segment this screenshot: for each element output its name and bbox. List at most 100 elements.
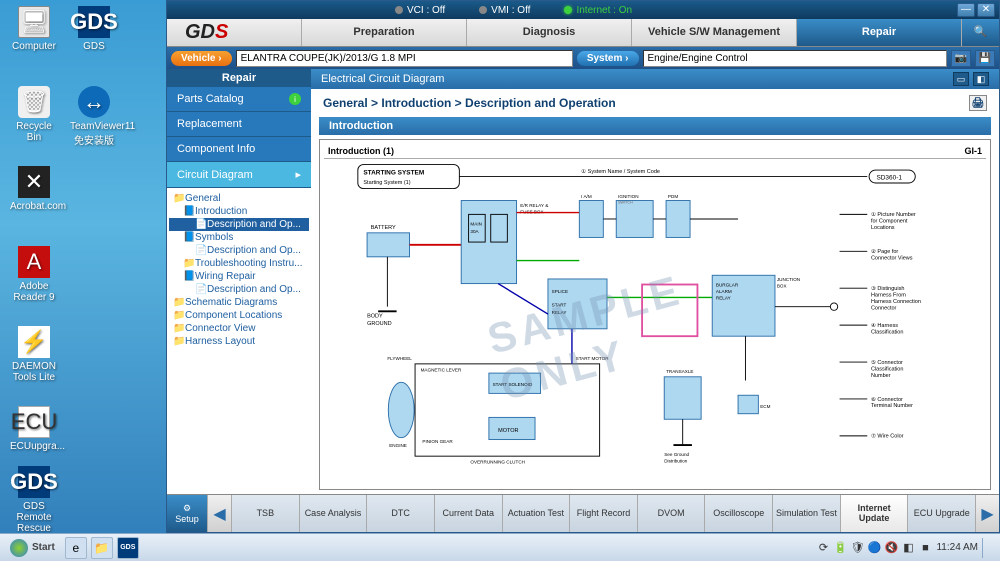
system-button[interactable]: System › [577, 51, 639, 66]
svg-text:① System Name / System Code: ① System Name / System Code [581, 168, 660, 175]
desktop-icon-acrobat-com[interactable]: ✕Acrobat.com [10, 166, 58, 212]
tray-icon[interactable]: 🔋 [833, 541, 847, 555]
tray-icon[interactable]: ◧ [901, 541, 915, 555]
print-icon[interactable]: 🖨 [969, 95, 987, 111]
sidebar-item-parts-catalog[interactable]: Parts Catalogi [167, 87, 311, 112]
circuit-diagram: SAMPLE ONLY STARTING SYSTEM Starting Sys… [324, 159, 986, 482]
sidebar-item-circuit-diagram[interactable]: Circuit Diagram▸ [167, 162, 311, 188]
close-button[interactable]: ✕ [977, 3, 995, 17]
svg-text:BATTERY: BATTERY [371, 225, 396, 231]
svg-text:Starting System (1): Starting System (1) [363, 180, 410, 186]
gds-app-window: VCI : Off VMI : Off Internet : On — ✕ GD… [166, 0, 1000, 533]
tree-node[interactable]: 📁Schematic Diagrams [169, 296, 309, 309]
desktop-icon-computer[interactable]: 🖥Computer [10, 6, 58, 52]
minimize-button[interactable]: — [957, 3, 975, 17]
bottom-tab-tsb[interactable]: TSB [231, 495, 299, 532]
camera-icon[interactable]: 📷 [951, 50, 971, 67]
tray-icon[interactable]: ⟳ [816, 541, 830, 555]
vmi-dot [479, 6, 487, 14]
taskbar-gds-app[interactable]: GDS [117, 537, 139, 559]
internet-dot [564, 6, 572, 14]
vci-dot [395, 6, 403, 14]
desktop-icon-ecuupgra-[interactable]: ECUECUupgra... [10, 406, 58, 452]
main-tab-preparation[interactable]: Preparation [301, 19, 466, 46]
vmi-status: VMI : Off [491, 5, 530, 16]
svg-text:ENGINE: ENGINE [389, 443, 407, 448]
bottom-tab-dvom[interactable]: DVOM [637, 495, 705, 532]
tree-node[interactable]: 📁General [169, 192, 309, 205]
doc-title: Introduction (1) [328, 146, 394, 156]
desktop-icon-daemon-tools-lite[interactable]: ⚡DAEMON Tools Lite [10, 326, 58, 383]
clock: 11:24 AM [936, 542, 978, 553]
internet-status: Internet : On [576, 5, 632, 16]
content-area: Electrical Circuit Diagram ▭ ◧ General >… [311, 69, 999, 494]
svg-text:① Picture Numberfor ComponentL: ① Picture Numberfor ComponentLocations [871, 211, 916, 231]
bottom-tab-actuation-test[interactable]: Actuation Test [502, 495, 570, 532]
tree-node[interactable]: 📁Troubleshooting Instru... [169, 257, 309, 270]
bottom-bar: ⚙Setup ◀ TSBCase AnalysisDTCCurrent Data… [167, 494, 999, 532]
main-tab-repair[interactable]: Repair [796, 19, 961, 46]
svg-text:GROUND: GROUND [367, 321, 392, 327]
tree-node[interactable]: 📁Connector View [169, 322, 309, 335]
main-tab-row: GDS PreparationDiagnosisVehicle S/W Mana… [167, 19, 999, 47]
bottom-tab-flight-record[interactable]: Flight Record [569, 495, 637, 532]
setup-button[interactable]: ⚙Setup [167, 495, 207, 532]
svg-text:E/R RELAY &: E/R RELAY & [520, 203, 548, 208]
tree-node[interactable]: 📁Harness Layout [169, 335, 309, 348]
desktop-icon-gds[interactable]: GDSGDS [70, 6, 118, 52]
nav-prev[interactable]: ◀ [207, 495, 231, 532]
tree-node[interactable]: 📘Introduction [169, 205, 309, 218]
tree-node[interactable]: 📘Wiring Repair [169, 270, 309, 283]
svg-text:SWITCH: SWITCH [618, 200, 633, 204]
tree-node[interactable]: 📄Description and Op... [169, 283, 309, 296]
sidebar-item-component-info[interactable]: Component Info [167, 137, 311, 162]
tree-node[interactable]: 📄Description and Op... [169, 218, 309, 231]
svg-text:RELAY: RELAY [552, 310, 567, 315]
vehicle-button[interactable]: Vehicle › [171, 51, 232, 66]
desktop-icon-teamviewer11-[interactable]: ↔TeamViewer11免安装版 [70, 86, 118, 147]
sidebar-item-replacement[interactable]: Replacement [167, 112, 311, 137]
desktop-icon-adobe-reader-9[interactable]: AAdobe Reader 9 [10, 246, 58, 303]
save-icon[interactable]: 💾 [975, 50, 995, 67]
tree-node[interactable]: 📁Component Locations [169, 309, 309, 322]
tree-node[interactable]: 📘Symbols [169, 231, 309, 244]
svg-text:BURGLAR: BURGLAR [716, 282, 739, 287]
vehicle-field[interactable]: ELANTRA COUPE(JK)/2013/G 1.8 MPI [236, 50, 573, 67]
main-tab-vehicle-s-w-management[interactable]: Vehicle S/W Management [631, 19, 796, 46]
content-action-2[interactable]: ◧ [973, 72, 989, 86]
system-field[interactable]: Engine/Engine Control [643, 50, 948, 67]
svg-text:See Ground: See Ground [664, 452, 689, 457]
svg-text:MAGNETIC LEVER: MAGNETIC LEVER [421, 367, 462, 372]
tray-icon[interactable]: ■ [918, 541, 932, 555]
taskbar-explorer-icon[interactable]: 📁 [91, 537, 113, 559]
svg-text:③ DistinguishHarness FromHarne: ③ DistinguishHarness FromHarness Connect… [871, 285, 921, 311]
bottom-tab-ecu-upgrade[interactable]: ECU Upgrade [907, 495, 975, 532]
nav-next[interactable]: ▶ [975, 495, 999, 532]
desktop-icon-gds-remote-rescue[interactable]: GDSGDS Remote Rescue [10, 466, 58, 534]
bottom-tab-internet-update[interactable]: Internet Update [840, 495, 908, 532]
svg-text:PDM: PDM [668, 194, 678, 199]
content-action-1[interactable]: ▭ [953, 72, 969, 86]
bottom-tab-simulation-test[interactable]: Simulation Test [772, 495, 840, 532]
bottom-tab-current-data[interactable]: Current Data [434, 495, 502, 532]
bottom-tab-case-analysis[interactable]: Case Analysis [299, 495, 367, 532]
bottom-tab-dtc[interactable]: DTC [366, 495, 434, 532]
tray-icon[interactable]: 🔵 [867, 541, 881, 555]
search-button[interactable]: 🔍 [961, 19, 999, 46]
svg-text:SPLICE: SPLICE [552, 289, 568, 294]
start-button[interactable]: Start [2, 537, 63, 559]
taskbar-ie-icon[interactable]: e [65, 537, 87, 559]
bottom-tab-oscilloscope[interactable]: Oscilloscope [704, 495, 772, 532]
svg-text:MOTOR: MOTOR [498, 428, 518, 434]
tray-icon[interactable]: 🔇 [884, 541, 898, 555]
main-tab-diagnosis[interactable]: Diagnosis [466, 19, 631, 46]
show-desktop[interactable] [982, 538, 992, 558]
svg-text:START: START [552, 303, 567, 308]
windows-taskbar: Start e 📁 GDS ⟳🔋🛡🔵🔇◧■ 11:24 AM [0, 533, 1000, 561]
tree-node[interactable]: 📄Description and Op... [169, 244, 309, 257]
svg-text:30A: 30A [470, 229, 479, 234]
content-title-bar: Electrical Circuit Diagram ▭ ◧ [311, 69, 999, 89]
svg-text:② Page forConnector Views: ② Page forConnector Views [871, 248, 913, 261]
desktop-icon-recycle-bin[interactable]: 🗑Recycle Bin [10, 86, 58, 143]
tray-icon[interactable]: 🛡 [850, 541, 864, 555]
